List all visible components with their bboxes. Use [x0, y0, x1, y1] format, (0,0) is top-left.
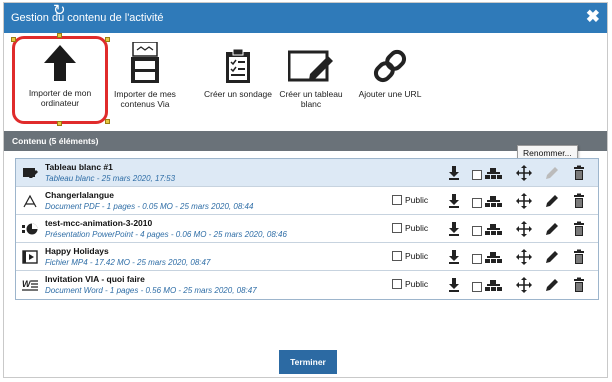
- content-row[interactable]: Tableau blanc #1 Tableau blanc - 25 mars…: [16, 159, 598, 187]
- svg-text:W: W: [22, 279, 32, 289]
- content-name: test-mcc-animation-3-2010: [45, 218, 153, 228]
- add-url-button[interactable]: Ajouter une URL: [352, 39, 428, 99]
- content-dialog: Gestion du contenu de l'activité ↻ ✖ Imp…: [3, 2, 608, 378]
- selection-handle: [57, 121, 62, 126]
- organize-icon[interactable]: [472, 277, 502, 293]
- content-meta: Document PDF - 1 pages - 0.05 MO - 25 ma…: [45, 202, 254, 211]
- pdf-icon: [23, 194, 37, 208]
- content-row[interactable]: Changerlalangue Document PDF - 1 pages -…: [16, 187, 598, 215]
- trash-icon[interactable]: [571, 221, 587, 237]
- content-name: Happy Holidays: [45, 246, 109, 256]
- trash-icon[interactable]: [571, 165, 587, 181]
- trash-icon[interactable]: [571, 277, 587, 293]
- public-checkbox[interactable]: Public: [392, 223, 428, 233]
- create-survey-button[interactable]: Créer un sondage: [200, 39, 276, 99]
- clipboard-checklist-icon: [226, 48, 250, 83]
- content-meta: Document Word - 1 pages - 0.56 MO - 25 m…: [45, 286, 257, 295]
- word-icon: W: [22, 279, 38, 291]
- upload-arrow-icon: [44, 45, 76, 81]
- public-label: Public: [405, 279, 429, 289]
- powerpoint-icon: [22, 223, 38, 235]
- create-whiteboard-label: Créer un tableau blanc: [279, 89, 343, 109]
- content-row[interactable]: W Invitation VIA - quoi faire Document W…: [16, 271, 598, 299]
- dialog-titlebar[interactable]: Gestion du contenu de l'activité ↻ ✖: [4, 3, 607, 33]
- public-label: Public: [405, 223, 429, 233]
- rename-pencil-icon[interactable]: [544, 221, 560, 237]
- public-checkbox[interactable]: Public: [392, 251, 428, 261]
- video-icon: [22, 250, 38, 264]
- trash-icon[interactable]: [571, 249, 587, 265]
- move-icon[interactable]: [516, 165, 532, 181]
- download-icon[interactable]: [446, 249, 462, 265]
- toolbar: Importer de mon ordinateur Importer de m…: [4, 33, 607, 131]
- rotate-cursor-icon: ↻: [53, 2, 66, 19]
- move-icon[interactable]: [516, 221, 532, 237]
- import-computer-button[interactable]: Importer de mon ordinateur: [12, 36, 108, 124]
- organize-icon[interactable]: [472, 165, 502, 181]
- checkbox-box[interactable]: [392, 279, 402, 289]
- content-meta: Fichier MP4 - 17.42 MO - 25 mars 2020, 0…: [45, 258, 211, 267]
- content-row[interactable]: test-mcc-animation-3-2010 Présentation P…: [16, 215, 598, 243]
- trash-icon[interactable]: [571, 193, 587, 209]
- move-icon[interactable]: [516, 277, 532, 293]
- content-name: Tableau blanc #1: [45, 162, 113, 172]
- content-meta: Tableau blanc - 25 mars 2020, 17:53: [45, 174, 176, 183]
- content-name: Invitation VIA - quoi faire: [45, 274, 145, 284]
- download-icon[interactable]: [446, 221, 462, 237]
- whiteboard-pencil-icon: [288, 50, 333, 82]
- import-via-label: Importer de mes contenus Via: [114, 89, 176, 109]
- move-icon[interactable]: [516, 193, 532, 209]
- import-computer-label: Importer de mon ordinateur: [28, 88, 92, 108]
- public-checkbox[interactable]: Public: [392, 279, 428, 289]
- file-cabinet-icon: [131, 42, 159, 83]
- rename-pencil-icon[interactable]: [544, 249, 560, 265]
- organize-icon[interactable]: [472, 221, 502, 237]
- content-list: Tableau blanc #1 Tableau blanc - 25 mars…: [15, 158, 599, 300]
- checkbox-box[interactable]: [392, 223, 402, 233]
- rename-pencil-icon[interactable]: [544, 277, 560, 293]
- selection-handle: [57, 33, 62, 38]
- selection-handle: [105, 119, 110, 124]
- import-via-button[interactable]: Importer de mes contenus Via: [110, 39, 180, 109]
- add-url-label: Ajouter une URL: [358, 89, 422, 99]
- selection-handle: [11, 37, 16, 42]
- rename-pencil-icon[interactable]: [544, 165, 560, 181]
- content-name: Changerlalangue: [45, 190, 114, 200]
- organize-icon[interactable]: [472, 249, 502, 265]
- download-icon[interactable]: [446, 193, 462, 209]
- create-survey-label: Créer un sondage: [203, 89, 273, 99]
- move-icon[interactable]: [516, 249, 532, 265]
- checkbox-box[interactable]: [392, 195, 402, 205]
- public-label: Public: [405, 251, 429, 261]
- download-icon[interactable]: [446, 165, 462, 181]
- finish-button[interactable]: Terminer: [279, 350, 337, 374]
- content-meta: Présentation PowerPoint - 4 pages - 0.06…: [45, 230, 287, 239]
- create-whiteboard-button[interactable]: Créer un tableau blanc: [278, 39, 344, 109]
- organize-icon[interactable]: [472, 193, 502, 209]
- content-row[interactable]: Happy Holidays Fichier MP4 - 17.42 MO - …: [16, 243, 598, 271]
- whiteboard-icon: [23, 168, 38, 178]
- public-label: Public: [405, 195, 429, 205]
- public-checkbox[interactable]: Public: [392, 195, 428, 205]
- chain-link-icon: [373, 49, 407, 83]
- checkbox-box[interactable]: [392, 251, 402, 261]
- rename-pencil-icon[interactable]: [544, 193, 560, 209]
- dialog-title: Gestion du contenu de l'activité: [11, 12, 164, 24]
- download-icon[interactable]: [446, 277, 462, 293]
- close-icon[interactable]: ✖: [586, 8, 600, 25]
